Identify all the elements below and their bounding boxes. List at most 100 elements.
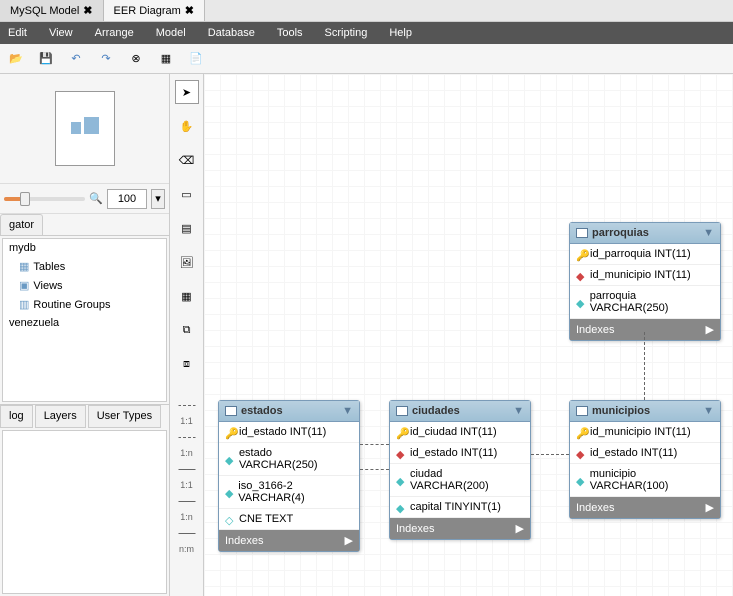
relation-municipios-parroquias[interactable] <box>644 332 645 400</box>
table-header[interactable]: ciudades ▼ <box>390 401 530 422</box>
relation-estados-ciudades[interactable] <box>360 444 389 445</box>
zoom-fit-icon[interactable]: 🔍 <box>89 192 103 205</box>
table-header[interactable]: parroquias ▼ <box>570 223 720 244</box>
table-column[interactable]: ◆ciudad VARCHAR(200) <box>390 464 530 497</box>
tab-log[interactable]: log <box>0 405 33 428</box>
eraser-tool[interactable]: ⌫ <box>175 148 199 172</box>
collapse-icon[interactable]: ▼ <box>513 405 524 417</box>
zoom-slider[interactable] <box>4 197 85 201</box>
note-icon[interactable]: 📄 <box>186 49 206 69</box>
tab-user-types[interactable]: User Types <box>88 405 161 428</box>
table-indexes[interactable]: Indexes▶ <box>570 497 720 518</box>
relation-ciudades-municipios[interactable] <box>531 454 569 455</box>
collapse-icon[interactable]: ▼ <box>342 405 353 417</box>
table-column[interactable]: 🔑id_parroquia INT(11) <box>570 244 720 265</box>
menu-scripting[interactable]: Scripting <box>321 25 372 41</box>
navigator-panel: 🔍 ▾ gator mydb ▦Tables ▣Views ▥Routine G… <box>0 74 170 596</box>
pk-icon: 🔑 <box>396 427 406 437</box>
relation-estados-ciudades-2[interactable] <box>360 469 389 470</box>
table-column[interactable]: ◆municipio VARCHAR(100) <box>570 464 720 497</box>
table-column[interactable]: ◆id_municipio INT(11) <box>570 265 720 286</box>
menu-tools[interactable]: Tools <box>273 25 307 41</box>
main-toolbar: 📂 💾 ↶ ↷ ⊗ ▦ 📄 <box>0 44 733 74</box>
diagram-thumbnail[interactable] <box>0 74 169 184</box>
tree-item-routines[interactable]: ▥Routine Groups <box>3 295 166 314</box>
menu-database[interactable]: Database <box>204 25 259 41</box>
menu-model[interactable]: Model <box>152 25 190 41</box>
table-column[interactable]: 🔑id_municipio INT(11) <box>570 422 720 443</box>
bottom-panel <box>2 430 167 594</box>
table-column[interactable]: 🔑id_estado INT(11) <box>219 422 359 443</box>
table-column[interactable]: ◆capital TINYINT(1) <box>390 497 530 518</box>
menu-view[interactable]: View <box>45 25 77 41</box>
tree-item-views[interactable]: ▣Views <box>3 276 166 295</box>
image-tool[interactable]: 🖼 <box>175 250 199 274</box>
tab-label: MySQL Model <box>10 5 79 17</box>
save-icon[interactable]: 💾 <box>36 49 56 69</box>
open-icon[interactable]: 📂 <box>6 49 26 69</box>
table-tool[interactable]: ▦ <box>175 284 199 308</box>
table-title: parroquias <box>592 227 649 239</box>
table-municipios[interactable]: municipios ▼ 🔑id_municipio INT(11) ◆id_e… <box>569 400 721 519</box>
table-parroquias[interactable]: parroquias ▼ 🔑id_parroquia INT(11) ◆id_m… <box>569 222 721 341</box>
diagram-canvas[interactable]: estados ▼ 🔑id_estado INT(11) ◆estado VAR… <box>204 74 733 596</box>
close-icon[interactable]: ✖ <box>83 4 92 17</box>
tab-eer-diagram[interactable]: EER Diagram ✖ <box>104 0 205 21</box>
table-icon <box>576 228 588 238</box>
collapse-icon[interactable]: ▼ <box>703 227 714 239</box>
zoom-dropdown[interactable]: ▾ <box>151 189 165 209</box>
menu-edit[interactable]: Edit <box>4 25 31 41</box>
tab-layers[interactable]: Layers <box>35 405 86 428</box>
rel-1-n-tool[interactable] <box>178 436 196 438</box>
zoom-input[interactable] <box>107 189 147 209</box>
table-header[interactable]: municipios ▼ <box>570 401 720 422</box>
close-icon[interactable]: ✖ <box>185 4 194 17</box>
navigator-tab[interactable]: gator <box>0 214 43 235</box>
rel-n-m-tool[interactable] <box>178 532 196 534</box>
view-tool[interactable]: ⧉ <box>175 318 199 342</box>
pointer-tool[interactable]: ➤ <box>175 80 199 104</box>
note-tool[interactable]: ▤ <box>175 216 199 240</box>
table-icon <box>396 406 408 416</box>
menu-help[interactable]: Help <box>385 25 416 41</box>
col-icon: ◆ <box>396 502 406 512</box>
hand-tool[interactable]: ✋ <box>175 114 199 138</box>
table-indexes[interactable]: Indexes▶ <box>570 319 720 340</box>
routine-tool[interactable]: ⧈ <box>175 352 199 376</box>
tree-item-tables[interactable]: ▦Tables <box>3 257 166 276</box>
redo-icon[interactable]: ↷ <box>96 49 116 69</box>
table-column[interactable]: ◆id_estado INT(11) <box>390 443 530 464</box>
undo-icon[interactable]: ↶ <box>66 49 86 69</box>
collapse-icon[interactable]: ▼ <box>703 405 714 417</box>
table-column[interactable]: ◆id_estado INT(11) <box>570 443 720 464</box>
rel-1-n-label: 1:n <box>180 448 193 458</box>
table-indexes[interactable]: Indexes▶ <box>390 518 530 539</box>
table-column[interactable]: ◆estado VARCHAR(250) <box>219 443 359 476</box>
tree-item-mydb[interactable]: mydb <box>3 239 166 257</box>
table-estados[interactable]: estados ▼ 🔑id_estado INT(11) ◆estado VAR… <box>218 400 360 552</box>
table-title: estados <box>241 405 283 417</box>
view-icon: ▣ <box>19 279 29 292</box>
document-tabs: MySQL Model ✖ EER Diagram ✖ <box>0 0 733 22</box>
table-icon <box>225 406 237 416</box>
tree-item-venezuela[interactable]: venezuela <box>3 314 166 332</box>
table-ciudades[interactable]: ciudades ▼ 🔑id_ciudad INT(11) ◆id_estado… <box>389 400 531 540</box>
table-column[interactable]: ◆parroquia VARCHAR(250) <box>570 286 720 319</box>
rel-1-1-id-label: 1:1 <box>180 480 193 490</box>
table-column[interactable]: ◇CNE TEXT <box>219 509 359 530</box>
align-icon[interactable]: ▦ <box>156 49 176 69</box>
rel-1-1-id-tool[interactable] <box>178 468 196 470</box>
col-icon: ◆ <box>225 487 234 497</box>
menu-arrange[interactable]: Arrange <box>91 25 138 41</box>
tab-mysql-model[interactable]: MySQL Model ✖ <box>0 0 104 21</box>
layer-tool[interactable]: ▭ <box>175 182 199 206</box>
grid-icon[interactable]: ⊗ <box>126 49 146 69</box>
table-icon: ▦ <box>19 260 29 273</box>
col-icon: ◇ <box>225 514 235 524</box>
rel-1-n-id-tool[interactable] <box>178 500 196 502</box>
table-column[interactable]: 🔑id_ciudad INT(11) <box>390 422 530 443</box>
table-indexes[interactable]: Indexes▶ <box>219 530 359 551</box>
table-column[interactable]: ◆iso_3166-2 VARCHAR(4) <box>219 476 359 509</box>
table-header[interactable]: estados ▼ <box>219 401 359 422</box>
rel-1-1-tool[interactable] <box>178 404 196 406</box>
